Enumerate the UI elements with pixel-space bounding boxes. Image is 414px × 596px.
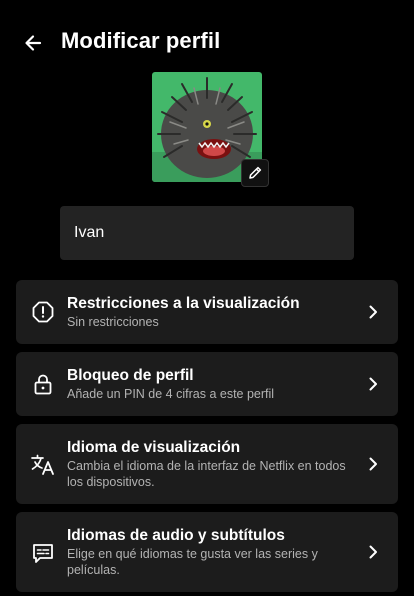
setting-title: Idioma de visualización [67, 439, 241, 456]
page-title: Modificar perfil [61, 28, 221, 53]
setting-title: Restricciones a la visualización [67, 295, 300, 312]
setting-viewing-restrictions[interactable]: Restricciones a la visualización Sin res… [16, 280, 398, 344]
profile-name-input[interactable] [60, 206, 354, 260]
back-button[interactable] [18, 28, 48, 58]
chevron-right-icon [366, 545, 380, 559]
chevron-right-icon [366, 457, 380, 471]
setting-profile-lock[interactable]: Bloqueo de perfil Añade un PIN de 4 cifr… [16, 352, 398, 416]
header: Modificar perfil [0, 22, 414, 62]
setting-display-language[interactable]: Idioma de visualización Cambia el idioma… [16, 424, 398, 504]
arrow-left-icon [25, 35, 42, 51]
setting-title: Bloqueo de perfil [67, 367, 194, 384]
lock-icon [30, 371, 56, 397]
setting-subtitle: Sin restricciones [67, 315, 159, 329]
setting-title: Idiomas de audio y subtítulos [67, 527, 285, 544]
setting-audio-subtitle-languages[interactable]: Idiomas de audio y subtítulos Elige en q… [16, 512, 398, 592]
setting-subtitle: Elige en qué idiomas te gusta ver las se… [67, 547, 318, 577]
setting-subtitle: Cambia el idioma de la interfaz de Netfl… [67, 459, 346, 489]
chevron-right-icon [366, 377, 380, 391]
setting-subtitle: Añade un PIN de 4 cifras a este perfil [67, 387, 275, 401]
edit-avatar-button[interactable] [241, 159, 269, 187]
warning-octagon-icon [30, 299, 56, 325]
avatar-container [152, 72, 269, 187]
subtitles-icon [30, 540, 56, 566]
chevron-right-icon [366, 305, 380, 319]
pencil-icon [249, 166, 262, 179]
translate-icon [30, 452, 56, 478]
